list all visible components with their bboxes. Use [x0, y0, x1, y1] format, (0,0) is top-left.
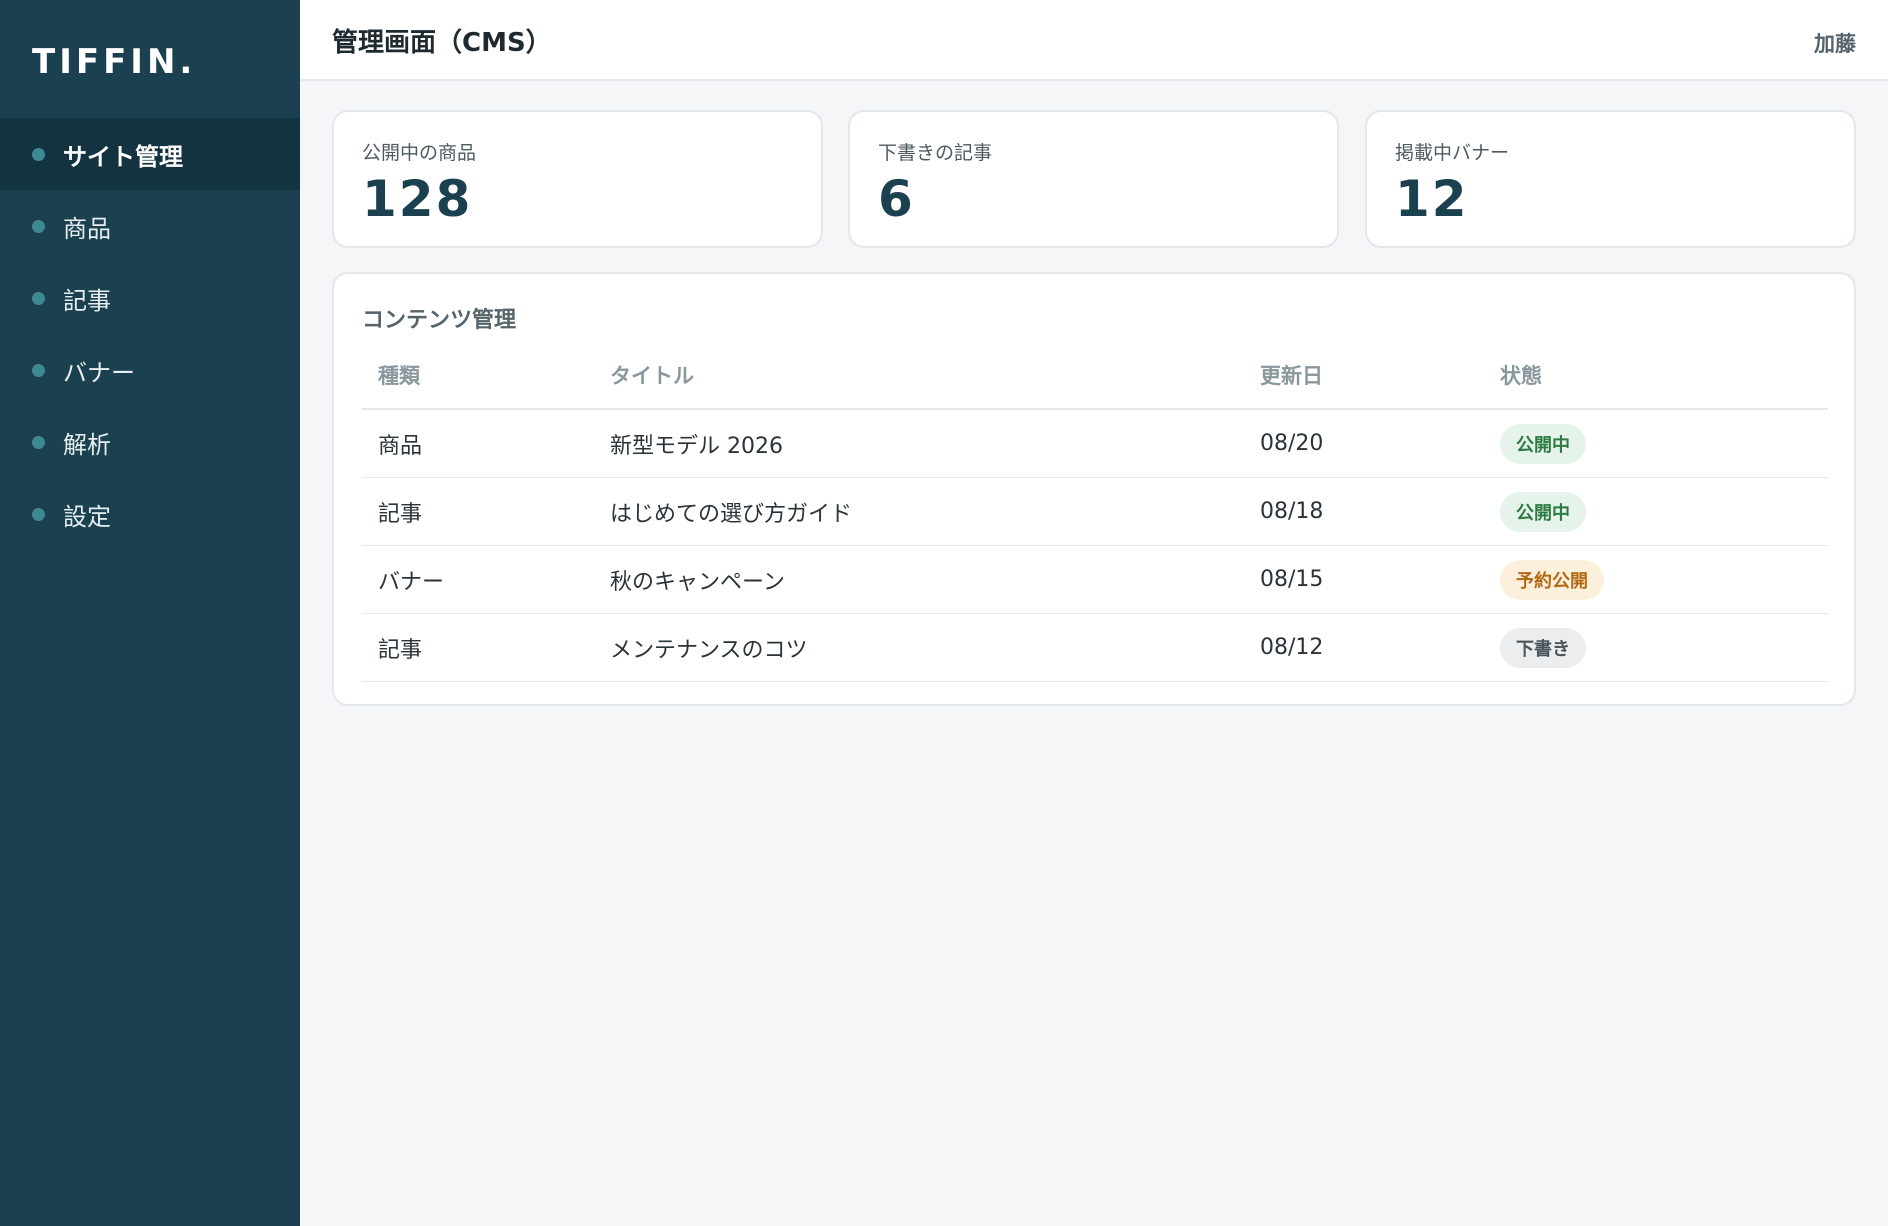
cell-title[interactable]: はじめての選び方ガイド [610, 478, 852, 545]
stat-card-draft-articles: 下書きの記事 6 [848, 110, 1339, 248]
cell-title[interactable]: メンテナンスのコツ [610, 614, 808, 681]
column-header-type[interactable]: 種類 [378, 342, 420, 408]
bullet-icon [32, 147, 45, 161]
user-name[interactable]: 加藤 [1814, 28, 1856, 58]
column-header-status[interactable]: 状態 [1500, 342, 1542, 408]
cell-date: 08/20 [1260, 431, 1324, 456]
bullet-icon [32, 291, 45, 305]
cell-status: 予約公開 [1500, 546, 1604, 613]
cell-type: バナー [378, 569, 445, 595]
bullet-icon [32, 435, 45, 449]
sidebar-item-label: バナー [63, 358, 135, 387]
status-badge: 下書き [1500, 627, 1586, 668]
sidebar-item-label: サイト管理 [63, 142, 183, 171]
cell-status: 公開中 [1500, 410, 1586, 477]
stat-value: 12 [1395, 170, 1469, 228]
status-badge: 予約公開 [1500, 559, 1604, 600]
sidebar-item-label: 解析 [63, 430, 111, 459]
stat-label: 公開中の商品 [362, 142, 477, 164]
content-management-card: コンテンツ管理 種類 タイトル 更新日 状態 商品 新型モデル 2026 08/… [332, 272, 1856, 706]
stat-label: 掲載中バナー [1395, 142, 1510, 164]
sidebar-item-site-management[interactable]: サイト管理 [0, 118, 300, 190]
bullet-icon [32, 219, 45, 233]
cell-date: 08/18 [1260, 499, 1324, 524]
table-header: 種類 タイトル 更新日 状態 [362, 342, 1828, 410]
sidebar-item-label: 設定 [63, 502, 111, 531]
table-row[interactable]: 記事 はじめての選び方ガイド 08/18 公開中 [362, 478, 1828, 546]
column-header-title[interactable]: タイトル [610, 342, 694, 408]
table-row[interactable]: 商品 新型モデル 2026 08/20 公開中 [362, 410, 1828, 478]
cell-date: 08/15 [1260, 567, 1324, 592]
sidebar-item-banners[interactable]: バナー [0, 334, 300, 406]
bullet-icon [32, 363, 45, 377]
content-table: 種類 タイトル 更新日 状態 商品 新型モデル 2026 08/20 公開中 記… [362, 342, 1828, 682]
sidebar: TIFFIN. サイト管理 商品 記事 バナー 解析 設定 [0, 0, 300, 1226]
status-badge: 公開中 [1500, 423, 1586, 464]
bullet-icon [32, 507, 45, 521]
cell-type: 記事 [378, 637, 423, 663]
sidebar-item-settings[interactable]: 設定 [0, 478, 300, 550]
table-row[interactable]: バナー 秋のキャンペーン 08/15 予約公開 [362, 546, 1828, 614]
page-title: 管理画面（CMS） [332, 28, 552, 58]
cell-status: 公開中 [1500, 478, 1586, 545]
table-row[interactable]: 記事 メンテナンスのコツ 08/12 下書き [362, 614, 1828, 682]
sidebar-item-articles[interactable]: 記事 [0, 262, 300, 334]
sidebar-nav: サイト管理 商品 記事 バナー 解析 設定 [0, 118, 300, 550]
sidebar-item-products[interactable]: 商品 [0, 190, 300, 262]
sidebar-item-label: 記事 [63, 286, 111, 315]
stat-label: 下書きの記事 [878, 142, 993, 164]
status-badge: 公開中 [1500, 491, 1586, 532]
stat-card-published-products: 公開中の商品 128 [332, 110, 823, 248]
cell-type: 記事 [378, 501, 423, 527]
stat-value: 128 [362, 170, 473, 228]
cell-title[interactable]: 新型モデル 2026 [610, 410, 783, 477]
column-header-updated[interactable]: 更新日 [1260, 342, 1323, 408]
brand-logo[interactable]: TIFFIN. [32, 42, 196, 82]
stat-card-active-banners: 掲載中バナー 12 [1365, 110, 1856, 248]
cell-status: 下書き [1500, 614, 1586, 681]
cell-title[interactable]: 秋のキャンペーン [610, 546, 785, 613]
cell-type: 商品 [378, 433, 423, 459]
stat-value: 6 [878, 170, 915, 228]
sidebar-item-analytics[interactable]: 解析 [0, 406, 300, 478]
sidebar-item-label: 商品 [63, 214, 111, 243]
cell-date: 08/12 [1260, 635, 1324, 660]
top-bar: 管理画面（CMS） 加藤 [300, 0, 1888, 81]
section-title: コンテンツ管理 [362, 308, 517, 333]
